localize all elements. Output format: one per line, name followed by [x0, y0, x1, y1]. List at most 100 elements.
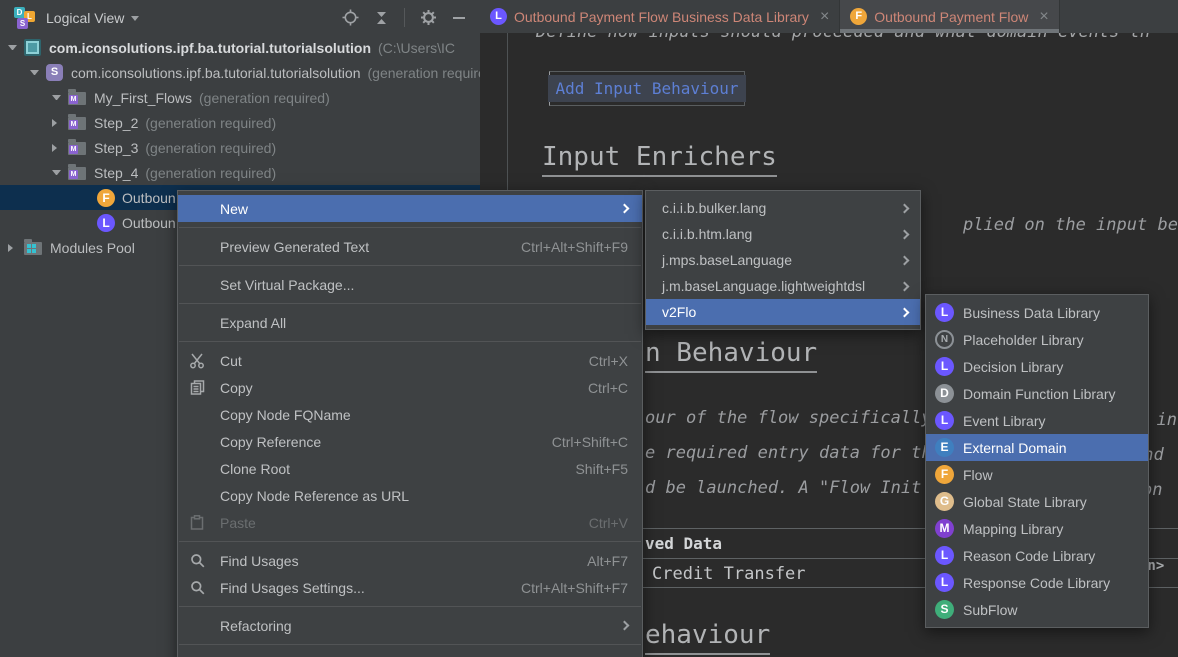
menu-item-copy-reference[interactable]: Copy Reference Ctrl+Shift+C	[178, 428, 642, 455]
tab-label: Outbound Payment Flow	[874, 9, 1028, 25]
menu-item-bulker-lang[interactable]: c.i.i.b.bulker.lang	[646, 195, 920, 221]
menu-item-subflow[interactable]: S SubFlow	[926, 596, 1148, 623]
menu-item-find-usages[interactable]: Find Usages Alt+F7	[178, 547, 642, 574]
menu-item-mapping-library[interactable]: M Mapping Library	[926, 515, 1148, 542]
menu-item-copy[interactable]: Copy Ctrl+C	[178, 374, 642, 401]
editor-tab-bar: L Outbound Payment Flow Business Data Li…	[480, 0, 1178, 33]
close-icon[interactable]: ×	[1039, 9, 1048, 25]
menu-item-refactoring[interactable]: Refactoring	[178, 612, 642, 639]
menu-item-external-domain[interactable]: E External Domain	[926, 434, 1148, 461]
domain-function-icon: D	[935, 384, 954, 403]
menu-item-placeholder-library[interactable]: N Placeholder Library	[926, 326, 1148, 353]
tree-item-solution[interactable]: S com.iconsolutions.ipf.ba.tutorial.tuto…	[0, 60, 480, 85]
menu-item-preview-generated-text[interactable]: Preview Generated Text Ctrl+Alt+Shift+F9	[178, 233, 642, 260]
menu-item-set-virtual-package[interactable]: Set Virtual Package...	[178, 271, 642, 298]
menu-item-baselanguage[interactable]: j.mps.baseLanguage	[646, 247, 920, 273]
menu-item-business-data-library[interactable]: L Business Data Library	[926, 299, 1148, 326]
doc-fragment: e required entry data for th	[645, 443, 932, 463]
flow-icon: F	[850, 8, 867, 25]
hide-icon[interactable]	[452, 11, 466, 25]
menu-separator	[179, 644, 641, 645]
table-header-cell[interactable]: ved Data	[645, 534, 722, 553]
doc-fragment: plied on the input before	[963, 215, 1178, 235]
menu-item-event-library[interactable]: L Event Library	[926, 407, 1148, 434]
tab-outbound-payment-flow[interactable]: F Outbound Payment Flow ×	[840, 0, 1059, 33]
chevron-down-icon[interactable]	[131, 16, 139, 21]
menu-separator	[179, 541, 641, 542]
locate-icon[interactable]	[342, 9, 359, 26]
input-enrichers-heading: Input Enrichers	[542, 142, 777, 177]
menu-item-domain-function-library[interactable]: D Domain Function Library	[926, 380, 1148, 407]
paste-icon	[186, 515, 208, 530]
flow-icon: F	[935, 465, 954, 484]
menu-item-v2flo[interactable]: v2Flo	[646, 299, 920, 325]
tree-item-step-3[interactable]: M Step_3 (generation required)	[0, 135, 480, 160]
close-icon[interactable]: ×	[820, 9, 829, 25]
menu-item-copy-node-reference-as-url[interactable]: Copy Node Reference as URL	[178, 482, 642, 509]
table-cell[interactable]: Credit Transfer	[652, 564, 806, 584]
library-icon: L	[935, 303, 954, 322]
chevron-down-icon[interactable]	[52, 170, 61, 175]
submenu-arrow-icon	[900, 307, 910, 317]
gear-icon[interactable]	[420, 9, 437, 26]
context-menu: New Preview Generated Text Ctrl+Alt+Shif…	[177, 190, 643, 657]
menu-item-reason-code-library[interactable]: L Reason Code Library	[926, 542, 1148, 569]
chevron-down-icon[interactable]	[52, 95, 61, 100]
cut-icon	[186, 353, 208, 369]
menu-item-htm-lang[interactable]: c.i.i.b.htm.lang	[646, 221, 920, 247]
menu-item-cut[interactable]: Cut Ctrl+X	[178, 347, 642, 374]
chevron-right-icon[interactable]	[52, 119, 61, 127]
submenu-arrow-icon	[620, 621, 630, 631]
collapse-all-icon[interactable]	[374, 10, 389, 26]
menu-item-clone-root[interactable]: Clone Root Shift+F5	[178, 455, 642, 482]
view-title: Logical View	[46, 10, 124, 26]
tree-item-step-2[interactable]: M Step_2 (generation required)	[0, 110, 480, 135]
chevron-down-icon[interactable]	[8, 45, 17, 50]
toolbar-separator	[404, 8, 405, 27]
menu-item-global-state-library[interactable]: G Global State Library	[926, 488, 1148, 515]
library-icon: L	[935, 411, 954, 430]
submenu-arrow-icon	[620, 204, 630, 214]
search-icon	[186, 553, 208, 568]
menu-separator	[179, 341, 641, 342]
tab-business-data-library[interactable]: L Outbound Payment Flow Business Data Li…	[480, 0, 840, 33]
tree-item-my-first-flows[interactable]: M My_First_Flows (generation required)	[0, 85, 480, 110]
new-submenu: c.i.i.b.bulker.lang c.i.i.b.htm.lang j.m…	[645, 190, 921, 330]
external-domain-icon: E	[935, 438, 954, 457]
menu-item-expand-all[interactable]: Expand All	[178, 309, 642, 336]
submenu-arrow-icon	[900, 229, 910, 239]
submenu-arrow-icon	[900, 203, 910, 213]
doc-fragment: our of the flow specifically	[645, 408, 932, 428]
menu-separator	[179, 303, 641, 304]
tool-window-header: D L S Logical View	[0, 0, 480, 35]
menu-item-lightweightdsl[interactable]: j.m.baseLanguage.lightweightdsl	[646, 273, 920, 299]
tree-item-project[interactable]: com.iconsolutions.ipf.ba.tutorial.tutori…	[0, 35, 480, 60]
clipped-doc-line: Define how inputs should proceeded and w…	[536, 33, 1178, 44]
menu-item-find-usages-settings[interactable]: Find Usages Settings... Ctrl+Alt+Shift+F…	[178, 574, 642, 601]
chevron-right-icon[interactable]	[8, 244, 17, 252]
library-icon: L	[935, 573, 954, 592]
chevron-right-icon[interactable]	[52, 144, 61, 152]
search-icon	[186, 580, 208, 595]
model-icon: M	[68, 142, 86, 155]
menu-item-copy-node-fqname[interactable]: Copy Node FQName	[178, 401, 642, 428]
menu-item-delete[interactable]: Delete Delete	[178, 650, 642, 657]
project-icon	[24, 39, 41, 56]
modules-pool-icon	[24, 242, 42, 255]
menu-item-flow[interactable]: F Flow	[926, 461, 1148, 488]
mps-logo-icon: D L S	[12, 6, 38, 30]
menu-item-paste[interactable]: Paste Ctrl+V	[178, 509, 642, 536]
flow-icon: F	[97, 189, 115, 207]
menu-item-response-code-library[interactable]: L Response Code Library	[926, 569, 1148, 596]
tree-item-step-4[interactable]: M Step_4 (generation required)	[0, 160, 480, 185]
menu-item-decision-library[interactable]: L Decision Library	[926, 353, 1148, 380]
menu-separator	[179, 606, 641, 607]
library-icon: L	[935, 357, 954, 376]
library-icon: L	[97, 214, 115, 232]
mapping-icon: M	[935, 519, 954, 538]
menu-item-new[interactable]: New	[178, 195, 642, 222]
chevron-down-icon[interactable]	[30, 70, 39, 75]
submenu-arrow-icon	[900, 255, 910, 265]
copy-icon	[186, 380, 208, 395]
add-input-behaviour-button[interactable]: Add Input Behaviour	[549, 71, 745, 106]
